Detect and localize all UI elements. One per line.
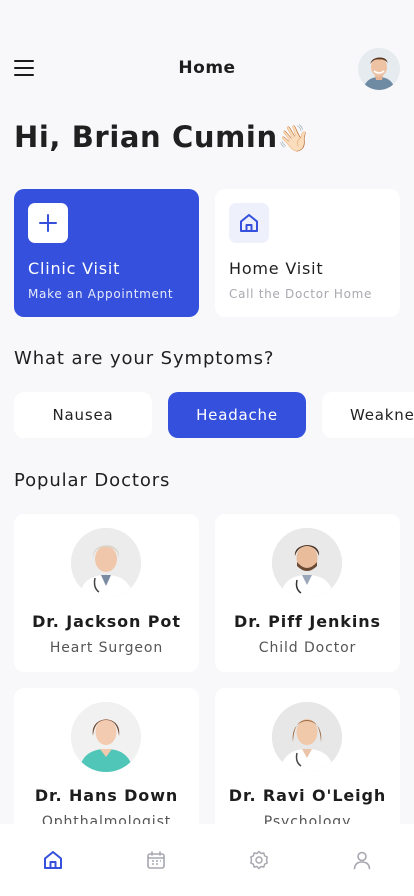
doctor-specialty: Child Doctor <box>258 640 357 656</box>
house-icon <box>229 203 269 243</box>
home-visit-title: Home Visit <box>229 259 324 278</box>
doctor-card[interactable]: Dr. Ravi O'Leigh Psychology <box>215 688 400 846</box>
bottom-navigation <box>0 824 414 896</box>
symptom-chip-nausea[interactable]: Nausea <box>14 392 152 438</box>
symptoms-section-title: What are your Symptoms? <box>14 348 275 369</box>
clinic-visit-title: Clinic Visit <box>28 259 121 278</box>
doctor-name: Dr. Jackson Pot <box>32 612 181 631</box>
doctors-section-title: Popular Doctors <box>14 470 171 491</box>
clinic-visit-card[interactable]: Clinic Visit Make an Appointment <box>14 189 199 317</box>
doctor-name: Dr. Ravi O'Leigh <box>228 786 387 805</box>
waving-hand-emoji: 👋🏻 <box>277 124 311 154</box>
greeting-text: Hi, Brian Cumin <box>14 120 278 154</box>
doctor-photo <box>272 702 342 772</box>
home-visit-card[interactable]: Home Visit Call the Doctor Home <box>215 189 400 317</box>
user-avatar[interactable] <box>358 48 400 90</box>
doctor-specialty: Heart Surgeon <box>49 640 164 656</box>
doctor-card[interactable]: Dr. Hans Down Ophthalmologist <box>14 688 199 846</box>
top-bar: Home <box>0 48 414 92</box>
settings-gear-icon[interactable] <box>247 848 271 872</box>
symptom-chip-headache[interactable]: Headache <box>168 392 306 438</box>
symptom-chip-weakness[interactable]: Weakne <box>322 392 414 438</box>
doctor-photo <box>71 528 141 598</box>
doctor-photo <box>272 528 342 598</box>
greeting-heading: Hi, Brian Cumin👋🏻 <box>14 120 311 154</box>
doctor-name: Dr. Hans Down <box>34 786 179 805</box>
doctor-card[interactable]: Dr. Jackson Pot Heart Surgeon <box>14 514 199 672</box>
calendar-icon[interactable] <box>144 848 168 872</box>
doctor-name: Dr. Piff Jenkins <box>234 612 381 631</box>
page-title: Home <box>178 58 236 78</box>
symptom-chip-list[interactable]: Nausea Headache Weakne <box>14 392 414 438</box>
plus-icon <box>28 203 68 243</box>
home-icon[interactable] <box>41 848 65 872</box>
profile-icon[interactable] <box>350 848 374 872</box>
home-visit-subtitle: Call the Doctor Home <box>229 287 373 301</box>
doctor-photo <box>71 702 141 772</box>
clinic-visit-subtitle: Make an Appointment <box>28 287 174 301</box>
doctor-card[interactable]: Dr. Piff Jenkins Child Doctor <box>215 514 400 672</box>
